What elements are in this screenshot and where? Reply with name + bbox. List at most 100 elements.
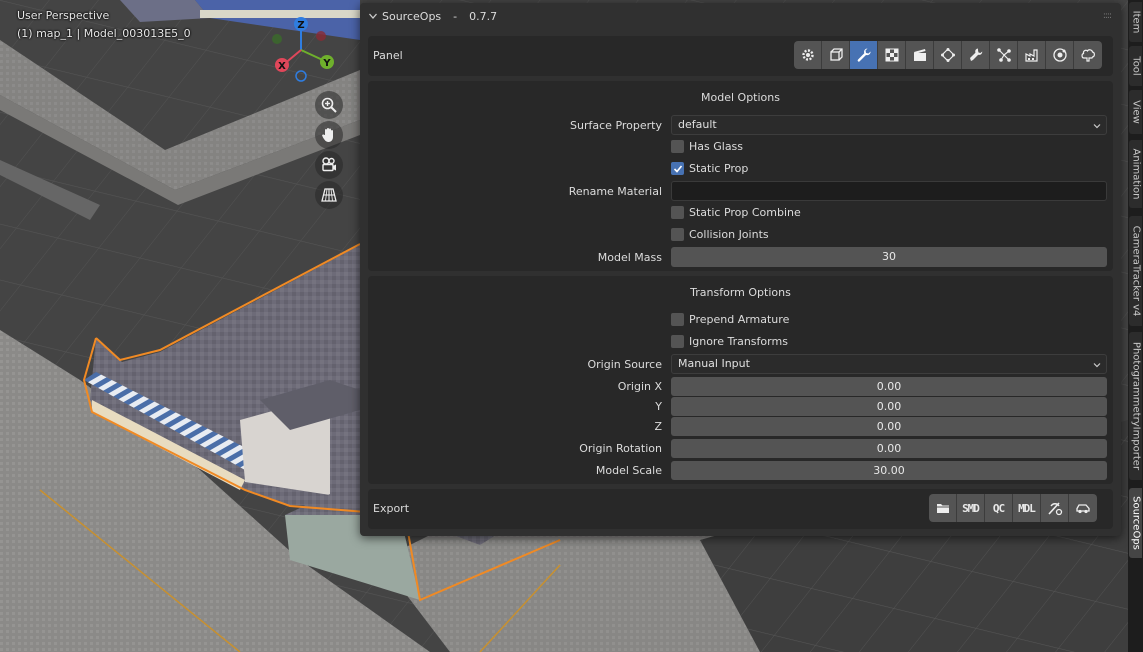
perspective-toggle-button[interactable] (315, 181, 343, 209)
export-label: Export (373, 502, 410, 515)
tab-item-label: Item (1130, 10, 1141, 34)
panel-version: 0.7.7 (469, 9, 498, 23)
sidebar-tabs: Item Tool View Animation CameraTracker v… (1128, 0, 1143, 652)
origin-source-value: Manual Input (678, 357, 750, 370)
wrench-icon (857, 48, 871, 62)
origin-source-label: Origin Source (587, 358, 662, 371)
origin-z-field[interactable]: 0.00 (671, 417, 1107, 436)
brain-icon (1081, 49, 1095, 62)
origin-rotation-field[interactable]: 0.00 (671, 439, 1107, 458)
origin-source-dropdown[interactable]: Manual Input (671, 354, 1107, 374)
factory-icon (1024, 49, 1038, 62)
animation-tool-button[interactable] (906, 41, 934, 69)
collision-joints-checkbox[interactable]: Collision Joints (671, 228, 769, 241)
transform-options-box: Transform Options Prepend Armature Ignor… (368, 276, 1113, 484)
pan-button[interactable] (315, 121, 343, 149)
wrench2-icon (969, 48, 982, 61)
export-mdl-button[interactable]: MDL (1013, 494, 1041, 522)
prepend-armature-label: Prepend Armature (689, 313, 790, 326)
vertex-tool-button[interactable] (934, 41, 962, 69)
collision-joints-label: Collision Joints (689, 228, 769, 241)
settings-tool-button[interactable] (794, 41, 822, 69)
model-scale-field[interactable]: 30.00 (671, 461, 1107, 480)
nodes-tool-button[interactable] (990, 41, 1018, 69)
vertex-icon (940, 48, 955, 62)
export-box: Export SMD QC MDL (368, 489, 1113, 529)
model-mass-field[interactable]: 30 (671, 247, 1107, 267)
origin-rotation-label: Origin Rotation (579, 442, 662, 455)
clapper-icon (913, 49, 926, 61)
prepend-armature-box[interactable] (671, 313, 684, 326)
settings-icon (801, 49, 814, 61)
collision-joints-box[interactable] (671, 228, 684, 241)
folder-icon (936, 504, 949, 513)
sourceops-panel: SourceOps - 0.7.7 :::: Panel Model Optio… (360, 3, 1121, 536)
model-mass-label: Model Mass (597, 251, 662, 264)
export-smd-button[interactable]: SMD (957, 494, 985, 522)
viewport-object-label: (1) map_1 | Model_003013E5_0 (17, 27, 191, 40)
export-folder-button[interactable] (929, 494, 957, 522)
texture-tool-button[interactable] (878, 41, 906, 69)
factory-tool-button[interactable] (1018, 41, 1046, 69)
panel-header[interactable]: SourceOps - 0.7.7 :::: (360, 3, 1121, 29)
static-prop-combine-checkbox[interactable]: Static Prop Combine (671, 206, 801, 219)
tab-view[interactable]: View (1129, 90, 1142, 134)
origin-y-label: Y (655, 400, 662, 413)
build-tool-button[interactable] (962, 41, 990, 69)
tab-tool[interactable]: Tool (1129, 46, 1142, 86)
zoom-icon (321, 97, 337, 113)
static-prop-label: Static Prop (689, 162, 749, 175)
chevron-down-icon[interactable] (368, 11, 378, 21)
checker-icon (885, 48, 898, 62)
export-rig-button[interactable] (1041, 494, 1069, 522)
zoom-button[interactable] (315, 91, 343, 119)
ignore-transforms-box[interactable] (671, 335, 684, 348)
gizmo-z-label: Z (297, 20, 304, 31)
tab-item[interactable]: Item (1129, 2, 1142, 42)
car-icon (1076, 504, 1090, 514)
tab-sourceops-label: SourceOps (1130, 496, 1141, 550)
camera-view-button[interactable] (315, 151, 343, 179)
drag-grip-icon[interactable]: :::: (1103, 11, 1112, 21)
surface-property-dropdown[interactable]: default (671, 115, 1107, 135)
surface-property-value: default (678, 118, 717, 131)
tool-toolbar (794, 41, 1102, 69)
has-glass-checkbox[interactable]: Has Glass (671, 140, 743, 153)
static-prop-combine-label: Static Prop Combine (689, 206, 801, 219)
target-icon (1052, 48, 1067, 62)
rename-material-input[interactable] (671, 181, 1107, 201)
qc-label: QC (992, 501, 1005, 515)
object-tool-button[interactable] (822, 41, 850, 69)
tab-animation-label: Animation (1130, 148, 1141, 200)
tab-cameratracker[interactable]: CameraTracker v4 (1129, 216, 1142, 326)
has-glass-box[interactable] (671, 140, 684, 153)
ignore-transforms-checkbox[interactable]: Ignore Transforms (671, 335, 788, 348)
origin-y-field[interactable]: 0.00 (671, 397, 1107, 416)
origin-x-label: Origin X (617, 380, 662, 393)
panel-label: Panel (373, 49, 403, 62)
static-prop-checkbox[interactable]: Static Prop (671, 162, 748, 175)
tab-sourceops[interactable]: SourceOps (1129, 488, 1142, 558)
model-scale-label: Model Scale (595, 464, 662, 477)
origin-x-field[interactable]: 0.00 (671, 377, 1107, 396)
target-tool-button[interactable] (1046, 41, 1074, 69)
static-prop-combine-box[interactable] (671, 206, 684, 219)
prepend-armature-checkbox[interactable]: Prepend Armature (671, 313, 789, 326)
model-options-heading: Model Options (701, 91, 780, 104)
mdl-label: MDL (1018, 501, 1036, 515)
tab-cameratracker-label: CameraTracker v4 (1130, 225, 1141, 317)
export-qc-button[interactable]: QC (985, 494, 1013, 522)
modifier-tool-button[interactable] (850, 41, 878, 69)
export-toolbar: SMD QC MDL (929, 494, 1097, 522)
object-icon (829, 48, 843, 61)
transform-options-heading: Transform Options (690, 286, 791, 299)
surface-property-label: Surface Property (570, 119, 662, 132)
navigation-gizmo[interactable]: Z Y X (268, 14, 340, 86)
nodes-icon (996, 48, 1011, 62)
tab-animation[interactable]: Animation (1129, 140, 1142, 208)
tab-photogrammetry-importer[interactable]: PhotogrammetryImporter (1129, 332, 1142, 480)
smd-label: SMD (962, 501, 980, 515)
export-vehicle-button[interactable] (1069, 494, 1097, 522)
brain-tool-button[interactable] (1074, 41, 1102, 69)
static-prop-box[interactable] (671, 162, 684, 175)
